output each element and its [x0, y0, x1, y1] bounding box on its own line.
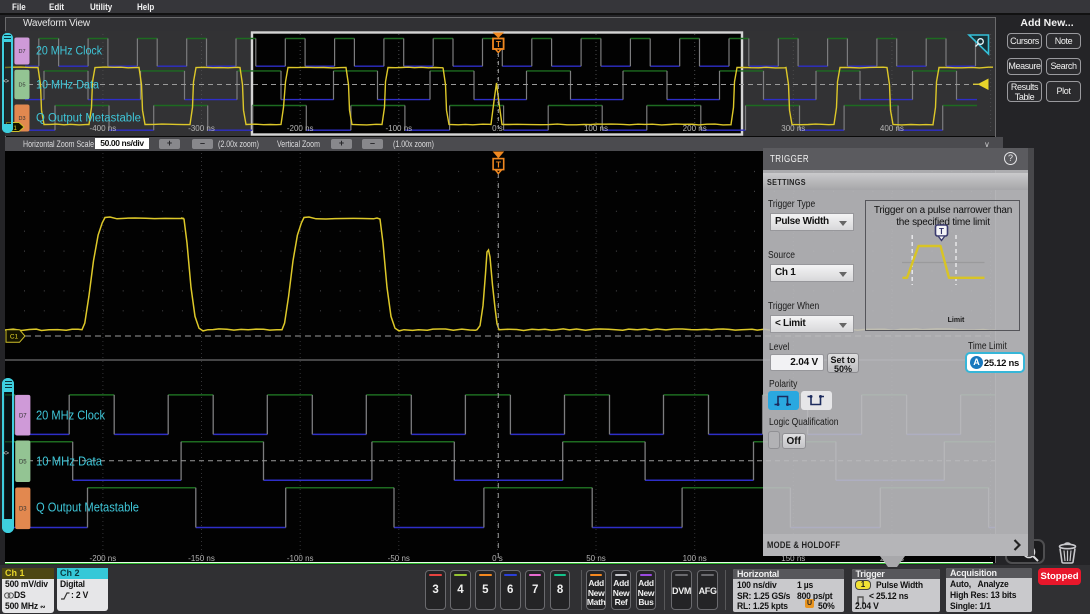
svg-text:20 MHz Clock: 20 MHz Clock — [36, 46, 102, 58]
svg-text:-300 ns: -300 ns — [188, 124, 215, 133]
svg-text:10 MHz Data: 10 MHz Data — [36, 454, 102, 468]
svg-text:-200 ns: -200 ns — [287, 124, 314, 133]
svg-text:D3: D3 — [18, 116, 25, 122]
svg-text:Q Output Metastable: Q Output Metastable — [36, 500, 139, 514]
svg-text:T: T — [496, 40, 501, 49]
svg-text:D5: D5 — [19, 459, 27, 465]
svg-text:D5: D5 — [18, 83, 25, 89]
svg-text:0 s: 0 s — [492, 124, 503, 133]
svg-text:Limit: Limit — [947, 317, 964, 324]
svg-text:100 ns: 100 ns — [584, 124, 608, 133]
svg-text:T: T — [939, 227, 944, 236]
svg-text:300 ns: 300 ns — [781, 124, 805, 133]
svg-text:T: T — [496, 159, 502, 169]
svg-text:Q Output Metastable: Q Output Metastable — [36, 113, 141, 125]
svg-text:20 MHz Clock: 20 MHz Clock — [36, 408, 106, 422]
svg-text:10 MHz Data: 10 MHz Data — [36, 80, 100, 92]
svg-text:-400 ns: -400 ns — [90, 124, 117, 133]
svg-text:400 ns: 400 ns — [880, 124, 904, 133]
svg-text:D3: D3 — [19, 506, 27, 512]
svg-text:200 ns: 200 ns — [683, 124, 707, 133]
svg-text:C1: C1 — [10, 333, 19, 340]
svg-text:D7: D7 — [18, 49, 25, 55]
svg-text:-100 ns: -100 ns — [385, 124, 412, 133]
svg-text:D7: D7 — [19, 413, 27, 419]
